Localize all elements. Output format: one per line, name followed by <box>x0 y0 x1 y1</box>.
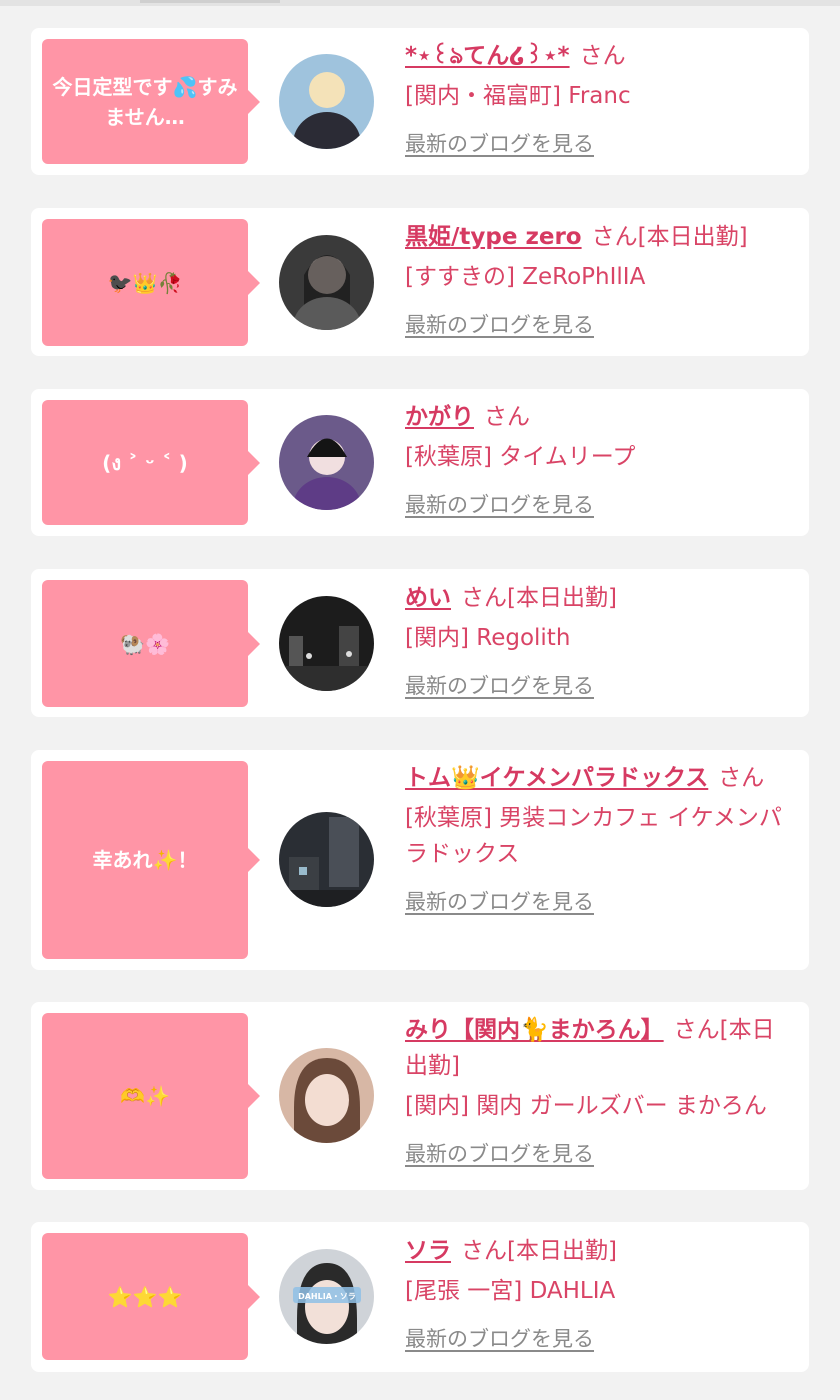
honorific: さん[本日出勤] <box>461 585 617 611</box>
cast-name-link[interactable]: *⋆꒰ঌてん໒꒱⋆* <box>405 43 570 69</box>
cast-info: ソラ さん[本日出勤] [尾張 一宮] DAHLIA 最新のブログを見る <box>405 1233 787 1357</box>
avatar[interactable] <box>279 54 374 149</box>
message-bubble: 🐦‍⬛👑🥀 <box>42 219 260 346</box>
cast-name-link[interactable]: みり【関内🐈まかろん】 <box>405 1017 664 1043</box>
avatar-caption: DAHLIA・ソラ <box>298 1292 356 1301</box>
cast-name-link[interactable]: めい <box>405 585 451 611</box>
cast-name-link[interactable]: トム👑イケメンパラドックス <box>405 765 708 791</box>
latest-blog-link[interactable]: 最新のブログを見る <box>405 1321 787 1357</box>
latest-blog-link[interactable]: 最新のブログを見る <box>405 884 787 920</box>
message-text: 🐏🌸 <box>120 631 170 656</box>
honorific: さん <box>718 765 765 791</box>
latest-blog-link[interactable]: 最新のブログを見る <box>405 487 787 523</box>
cast-card: 🫶✨ みり【関内🐈まかろん】 さん[本日出勤] [関内] 関内 ガールズバー まか… <box>31 1002 809 1190</box>
cast-card: 🐦‍⬛👑🥀 黒姫/type zero さん[本日出勤] [すすきの] ZeRoPh… <box>31 208 809 356</box>
message-text: 幸あれ✨！ <box>92 848 198 872</box>
cast-name-link[interactable]: かがり <box>405 404 474 430</box>
avatar-image <box>279 1048 374 1143</box>
cast-name-link[interactable]: 黒姫/type zero <box>405 224 582 250</box>
cast-card: 🐏🌸 めい さん[本日出勤] [関内] Regolith 最新のブログを見る <box>31 569 809 717</box>
shop-label: [すすきの] ZeRoPhIlIA <box>405 264 646 290</box>
latest-blog-link[interactable]: 最新のブログを見る <box>405 126 787 162</box>
message-bubble: 🫶✨ <box>42 1013 260 1179</box>
cast-info: かがり さん [秋葉原] タイムリープ 最新のブログを見る <box>405 399 787 523</box>
shop-label: [関内] 関内 ガールズバー まかろん <box>405 1093 767 1119</box>
latest-blog-link[interactable]: 最新のブログを見る <box>405 668 787 704</box>
avatar-image <box>279 54 374 149</box>
avatar-image <box>279 812 374 907</box>
message-text: (ง ˃ ᵕ ˂ ) <box>102 450 188 475</box>
cast-card: (ง ˃ ᵕ ˂ ) かがり さん [秋葉原] タイムリープ 最新のブログを見る <box>31 389 809 536</box>
avatar[interactable] <box>279 812 374 907</box>
shop-label: [尾張 一宮] DAHLIA <box>405 1278 616 1304</box>
message-text: 今日定型です💦すみません… <box>52 74 238 129</box>
avatar[interactable] <box>279 235 374 330</box>
cast-info: めい さん[本日出勤] [関内] Regolith 最新のブログを見る <box>405 580 787 704</box>
latest-blog-link[interactable]: 最新のブログを見る <box>405 307 787 343</box>
avatar[interactable] <box>279 1048 374 1143</box>
avatar-image <box>279 415 374 510</box>
shop-label: [関内・福富町] Franc <box>405 83 631 109</box>
avatar[interactable] <box>279 596 374 691</box>
message-bubble: 🐏🌸 <box>42 580 260 707</box>
message-bubble: ⭐️⭐️⭐️ <box>42 1233 260 1360</box>
honorific: さん[本日出勤] <box>461 1238 617 1264</box>
cast-card: ⭐️⭐️⭐️ DAHLIA・ソラ ソラ さん[本日出勤] [尾張 一宮] DAHL… <box>31 1222 809 1372</box>
cast-info: 黒姫/type zero さん[本日出勤] [すすきの] ZeRoPhIlIA 最… <box>405 219 787 343</box>
avatar-image <box>279 235 374 330</box>
message-bubble: 幸あれ✨！ <box>42 761 260 959</box>
latest-blog-link[interactable]: 最新のブログを見る <box>405 1136 787 1172</box>
cast-card: 今日定型です💦すみません… *⋆꒰ঌてん໒꒱⋆* さん [関内・福富町] Fran… <box>31 28 809 175</box>
honorific: さん <box>484 404 530 430</box>
shop-label: [関内] Regolith <box>405 625 571 651</box>
shop-label: [秋葉原] タイムリープ <box>405 444 636 470</box>
message-text: 🐦‍⬛👑🥀 <box>107 270 183 295</box>
cast-info: みり【関内🐈まかろん】 さん[本日出勤] [関内] 関内 ガールズバー まかろん … <box>405 1012 787 1172</box>
avatar-image: DAHLIA・ソラ <box>279 1249 374 1344</box>
message-bubble: (ง ˃ ᵕ ˂ ) <box>42 400 260 525</box>
message-bubble: 今日定型です💦すみません… <box>42 39 260 164</box>
honorific: さん <box>579 43 626 69</box>
active-tab-indicator <box>140 0 280 3</box>
shop-label: [秋葉原] 男装コンカフェ イケメンパラドックス <box>405 805 782 867</box>
cast-name-link[interactable]: ソラ <box>405 1238 451 1264</box>
avatar-image <box>279 596 374 691</box>
avatar[interactable] <box>279 415 374 510</box>
top-scroll-bar <box>0 0 840 6</box>
honorific: さん[本日出勤] <box>591 224 748 250</box>
avatar[interactable]: DAHLIA・ソラ <box>279 1249 374 1344</box>
cast-info: *⋆꒰ঌてん໒꒱⋆* さん [関内・福富町] Franc 最新のブログを見る <box>405 38 787 162</box>
cast-card: 幸あれ✨！ トム👑イケメンパラドックス さん [秋葉原] 男装コンカフェ イケメン… <box>31 750 809 970</box>
message-text: 🫶✨ <box>120 1084 170 1108</box>
message-text: ⭐️⭐️⭐️ <box>107 1284 183 1309</box>
cast-info: トム👑イケメンパラドックス さん [秋葉原] 男装コンカフェ イケメンパラドックス… <box>405 760 787 920</box>
